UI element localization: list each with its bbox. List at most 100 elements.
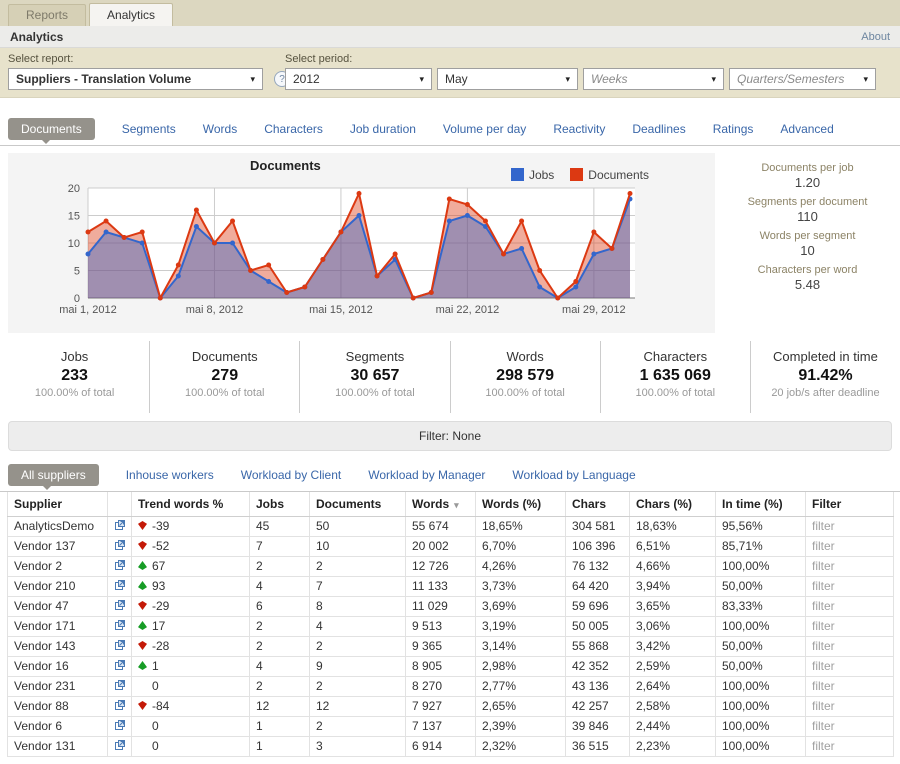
column-header-words[interactable]: Words▾: [406, 492, 476, 516]
cell-trend-words: -84: [132, 696, 250, 716]
quarters-select[interactable]: Quarters/Semesters ▾: [729, 68, 876, 90]
tab-ratings[interactable]: Ratings: [713, 122, 754, 136]
chevron-down-icon: ▾: [711, 74, 716, 85]
cell-trend-words: -52: [132, 536, 250, 556]
select-period-label: Select period:: [285, 50, 876, 68]
cell-jobs: 1: [250, 716, 310, 736]
filter-link[interactable]: filter: [812, 519, 835, 533]
column-header-chars[interactable]: Chars: [566, 492, 630, 516]
window-tabstrip: Reports Analytics: [0, 0, 900, 26]
cell-filter: filter: [806, 656, 894, 676]
cell-words: 7 927: [406, 696, 476, 716]
column-header-trend-words[interactable]: Trend words %: [132, 492, 250, 516]
tab-deadlines[interactable]: Deadlines: [632, 122, 685, 136]
report-select[interactable]: Suppliers - Translation Volume ▾: [8, 68, 263, 90]
year-select[interactable]: 2012 ▾: [285, 68, 432, 90]
cell-supplier: Vendor 88: [8, 696, 108, 716]
supplier-tab-workload-by-manager[interactable]: Workload by Manager: [368, 468, 485, 482]
cell-chars-pct: 2,64%: [630, 676, 716, 696]
filter-link[interactable]: filter: [812, 679, 835, 693]
about-link[interactable]: About: [861, 31, 890, 43]
open-in-window-icon[interactable]: [114, 679, 126, 691]
tab-volume-per-day[interactable]: Volume per day: [443, 122, 526, 136]
table-row: Vendor 17117249 5133,19%50 0053,06%100,0…: [8, 616, 894, 636]
trend-value: -29: [152, 599, 169, 613]
tab-words[interactable]: Words: [203, 122, 237, 136]
supplier-tab-workload-by-language[interactable]: Workload by Language: [512, 468, 635, 482]
cell-open-report: [108, 716, 132, 736]
filter-link[interactable]: filter: [812, 719, 835, 733]
summary-subtext: 20 job/s after deadline: [751, 387, 900, 399]
filter-link[interactable]: filter: [812, 599, 835, 613]
summary-subtext: 100.00% of total: [0, 387, 149, 399]
tab-characters[interactable]: Characters: [264, 122, 323, 136]
cell-chars-pct: 2,58%: [630, 696, 716, 716]
filter-link[interactable]: filter: [812, 639, 835, 653]
tab-advanced[interactable]: Advanced: [780, 122, 833, 136]
cell-in-time: 100,00%: [716, 696, 806, 716]
column-header-chars[interactable]: Chars (%): [630, 492, 716, 516]
cell-words-pct: 6,70%: [476, 536, 566, 556]
month-select[interactable]: May ▾: [437, 68, 578, 90]
supplier-tab-all-suppliers[interactable]: All suppliers: [8, 464, 99, 486]
cell-in-time: 50,00%: [716, 656, 806, 676]
column-header-supplier[interactable]: Supplier: [8, 492, 108, 516]
summary-title: Documents: [150, 349, 299, 364]
open-in-window-icon[interactable]: [114, 599, 126, 611]
summary-title: Characters: [601, 349, 750, 364]
column-header-words[interactable]: Words (%): [476, 492, 566, 516]
cell-words: 8 905: [406, 656, 476, 676]
tab-analytics[interactable]: Analytics: [89, 3, 173, 26]
cell-documents: 50: [310, 516, 406, 536]
open-in-window-icon[interactable]: [114, 619, 126, 631]
cell-chars: 43 136: [566, 676, 630, 696]
tab-reactivity[interactable]: Reactivity: [553, 122, 605, 136]
cell-in-time: 95,56%: [716, 516, 806, 536]
filter-link[interactable]: filter: [812, 659, 835, 673]
open-in-window-icon[interactable]: [114, 719, 126, 731]
chevron-down-icon: ▾: [250, 74, 255, 85]
tab-reports[interactable]: Reports: [8, 4, 86, 26]
open-in-window-icon[interactable]: [114, 739, 126, 751]
open-in-window-icon[interactable]: [114, 519, 126, 531]
tab-documents[interactable]: Documents: [8, 118, 95, 140]
column-header-filter[interactable]: Filter: [806, 492, 894, 516]
trend-down-icon: [138, 601, 147, 610]
weeks-select[interactable]: Weeks ▾: [583, 68, 724, 90]
filter-link[interactable]: filter: [812, 539, 835, 553]
open-in-window-icon[interactable]: [114, 699, 126, 711]
trend-value: -52: [152, 539, 169, 553]
filter-bar[interactable]: Filter: None: [8, 421, 892, 451]
open-in-window-icon[interactable]: [114, 559, 126, 571]
filter-link[interactable]: filter: [812, 699, 835, 713]
column-header-jobs[interactable]: Jobs: [250, 492, 310, 516]
supplier-tab-inhouse-workers[interactable]: Inhouse workers: [126, 468, 214, 482]
cell-words-pct: 3,14%: [476, 636, 566, 656]
trend-value: 0: [152, 719, 159, 733]
cell-chars-pct: 4,66%: [630, 556, 716, 576]
summary-title: Completed in time: [751, 349, 900, 364]
tab-job-duration[interactable]: Job duration: [350, 122, 416, 136]
filter-link[interactable]: filter: [812, 579, 835, 593]
svg-text:20: 20: [68, 183, 80, 195]
filter-link[interactable]: filter: [812, 739, 835, 753]
filter-link[interactable]: filter: [812, 619, 835, 633]
cell-words-pct: 18,65%: [476, 516, 566, 536]
supplier-tab-workload-by-client[interactable]: Workload by Client: [241, 468, 342, 482]
open-in-window-icon[interactable]: [114, 579, 126, 591]
open-in-window-icon[interactable]: [114, 639, 126, 651]
cell-supplier: Vendor 210: [8, 576, 108, 596]
column-header-documents[interactable]: Documents: [310, 492, 406, 516]
weeks-select-value: Weeks: [591, 72, 627, 86]
cell-words: 11 029: [406, 596, 476, 616]
cell-filter: filter: [806, 596, 894, 616]
open-in-window-icon[interactable]: [114, 659, 126, 671]
cell-documents: 2: [310, 636, 406, 656]
open-in-window-icon[interactable]: [114, 539, 126, 551]
cell-jobs: 2: [250, 636, 310, 656]
column-header-in-time[interactable]: In time (%): [716, 492, 806, 516]
stat-label: Segments per document: [715, 196, 900, 208]
tab-segments[interactable]: Segments: [122, 122, 176, 136]
cell-chars-pct: 3,42%: [630, 636, 716, 656]
filter-link[interactable]: filter: [812, 559, 835, 573]
